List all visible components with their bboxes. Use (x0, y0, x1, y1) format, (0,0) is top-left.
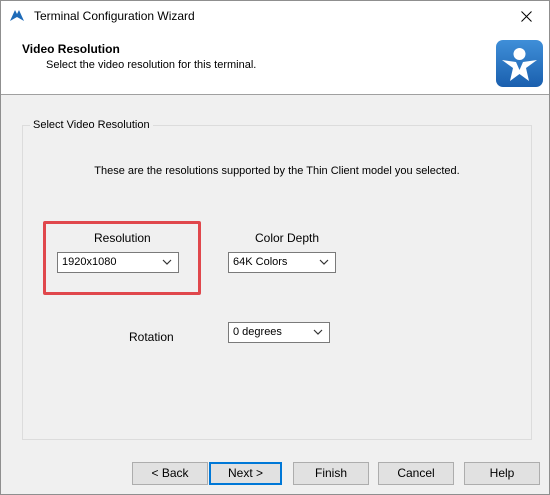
chevron-down-icon (313, 329, 323, 335)
chevron-down-icon (319, 259, 329, 265)
next-button[interactable]: Next > (209, 462, 282, 485)
wizard-window: Terminal Configuration Wizard Video Reso… (0, 0, 550, 495)
close-button[interactable] (503, 1, 549, 32)
intro-text: These are the resolutions supported by t… (94, 165, 460, 177)
group-legend: Select Video Resolution (30, 119, 153, 131)
back-button[interactable]: < Back (132, 462, 208, 485)
page-subtitle: Select the video resolution for this ter… (46, 59, 257, 71)
window-title: Terminal Configuration Wizard (34, 9, 195, 23)
color-depth-label: Color Depth (255, 231, 320, 245)
wizard-header: Video Resolution Select the video resolu… (1, 32, 549, 95)
rotation-label: Rotation (129, 330, 174, 344)
color-depth-value: 64K Colors (233, 256, 288, 268)
intro-text-row: These are the resolutions supported by t… (1, 165, 550, 177)
color-depth-dropdown[interactable]: 64K Colors (228, 252, 336, 273)
thinclient-logo-icon (496, 40, 543, 87)
help-button[interactable]: Help (464, 462, 540, 485)
cancel-button[interactable]: Cancel (378, 462, 454, 485)
close-icon (520, 11, 532, 22)
title-bar: Terminal Configuration Wizard (1, 1, 549, 32)
finish-button[interactable]: Finish (293, 462, 369, 485)
rotation-dropdown[interactable]: 0 degrees (228, 322, 330, 343)
rotation-value: 0 degrees (233, 326, 282, 338)
page-title: Video Resolution (22, 42, 120, 56)
resolution-highlight-box (43, 221, 201, 295)
terminal-app-icon (10, 10, 24, 21)
